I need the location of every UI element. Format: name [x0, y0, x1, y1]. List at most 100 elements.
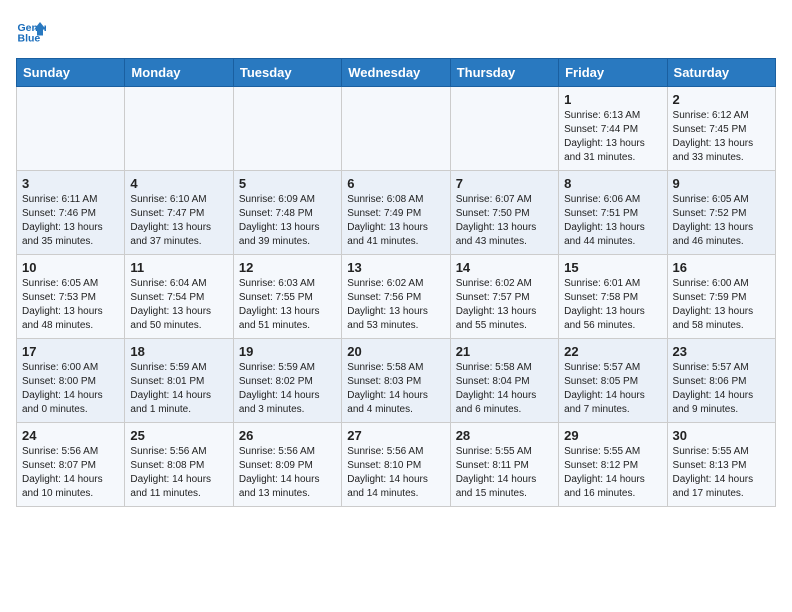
- day-number: 3: [22, 176, 119, 191]
- calendar-table: SundayMondayTuesdayWednesdayThursdayFrid…: [16, 58, 776, 507]
- calendar-cell: 30 Sunrise: 5:55 AM Sunset: 8:13 PM Dayli…: [667, 423, 775, 507]
- day-number: 5: [239, 176, 336, 191]
- day-content: Sunrise: 6:11 AM Sunset: 7:46 PM Dayligh…: [22, 193, 119, 249]
- calendar-cell: 4 Sunrise: 6:10 AM Sunset: 7:47 PM Daylig…: [125, 171, 233, 255]
- header-tuesday: Tuesday: [233, 59, 341, 87]
- day-number: 16: [673, 260, 770, 275]
- calendar-cell: 23 Sunrise: 5:57 AM Sunset: 8:06 PM Dayli…: [667, 339, 775, 423]
- calendar-cell: 28 Sunrise: 5:55 AM Sunset: 8:11 PM Dayli…: [450, 423, 558, 507]
- day-content: Sunrise: 5:56 AM Sunset: 8:09 PM Dayligh…: [239, 445, 336, 501]
- day-content: Sunrise: 5:56 AM Sunset: 8:08 PM Dayligh…: [130, 445, 227, 501]
- day-content: Sunrise: 6:02 AM Sunset: 7:57 PM Dayligh…: [456, 277, 553, 333]
- day-number: 26: [239, 428, 336, 443]
- calendar-cell: 6 Sunrise: 6:08 AM Sunset: 7:49 PM Daylig…: [342, 171, 450, 255]
- calendar-cell: 25 Sunrise: 5:56 AM Sunset: 8:08 PM Dayli…: [125, 423, 233, 507]
- calendar-cell: 3 Sunrise: 6:11 AM Sunset: 7:46 PM Daylig…: [17, 171, 125, 255]
- header-sunday: Sunday: [17, 59, 125, 87]
- day-number: 15: [564, 260, 661, 275]
- calendar-week-row: 1 Sunrise: 6:13 AM Sunset: 7:44 PM Daylig…: [17, 87, 776, 171]
- calendar-cell: 16 Sunrise: 6:00 AM Sunset: 7:59 PM Dayli…: [667, 255, 775, 339]
- calendar-cell: 20 Sunrise: 5:58 AM Sunset: 8:03 PM Dayli…: [342, 339, 450, 423]
- day-content: Sunrise: 6:04 AM Sunset: 7:54 PM Dayligh…: [130, 277, 227, 333]
- day-number: 19: [239, 344, 336, 359]
- page-header: General Blue: [16, 16, 776, 46]
- day-number: 28: [456, 428, 553, 443]
- day-number: 11: [130, 260, 227, 275]
- day-content: Sunrise: 6:01 AM Sunset: 7:58 PM Dayligh…: [564, 277, 661, 333]
- day-content: Sunrise: 5:57 AM Sunset: 8:05 PM Dayligh…: [564, 361, 661, 417]
- calendar-cell: [233, 87, 341, 171]
- calendar-cell: 27Sunrise: 5:56 AM Sunset: 8:10 PM Dayli…: [342, 423, 450, 507]
- day-number: 7: [456, 176, 553, 191]
- day-number: 4: [130, 176, 227, 191]
- calendar-cell: 18 Sunrise: 5:59 AM Sunset: 8:01 PM Dayli…: [125, 339, 233, 423]
- calendar-cell: 14 Sunrise: 6:02 AM Sunset: 7:57 PM Dayli…: [450, 255, 558, 339]
- header-monday: Monday: [125, 59, 233, 87]
- logo-icon: General Blue: [16, 16, 46, 46]
- day-number: 20: [347, 344, 444, 359]
- day-content: Sunrise: 6:02 AM Sunset: 7:56 PM Dayligh…: [347, 277, 444, 333]
- day-content: Sunrise: 5:55 AM Sunset: 8:13 PM Dayligh…: [673, 445, 770, 501]
- calendar-cell: 12 Sunrise: 6:03 AM Sunset: 7:55 PM Dayli…: [233, 255, 341, 339]
- calendar-cell: 19Sunrise: 5:59 AM Sunset: 8:02 PM Dayli…: [233, 339, 341, 423]
- day-number: 25: [130, 428, 227, 443]
- day-number: 1: [564, 92, 661, 107]
- day-content: Sunrise: 6:06 AM Sunset: 7:51 PM Dayligh…: [564, 193, 661, 249]
- day-number: 8: [564, 176, 661, 191]
- logo: General Blue: [16, 16, 50, 46]
- day-number: 24: [22, 428, 119, 443]
- calendar-cell: 1 Sunrise: 6:13 AM Sunset: 7:44 PM Daylig…: [559, 87, 667, 171]
- calendar-cell: 24 Sunrise: 5:56 AM Sunset: 8:07 PM Dayli…: [17, 423, 125, 507]
- day-content: Sunrise: 6:08 AM Sunset: 7:49 PM Dayligh…: [347, 193, 444, 249]
- calendar-week-row: 3 Sunrise: 6:11 AM Sunset: 7:46 PM Daylig…: [17, 171, 776, 255]
- day-content: Sunrise: 5:58 AM Sunset: 8:03 PM Dayligh…: [347, 361, 444, 417]
- day-number: 17: [22, 344, 119, 359]
- calendar-header-row: SundayMondayTuesdayWednesdayThursdayFrid…: [17, 59, 776, 87]
- calendar-cell: 10Sunrise: 6:05 AM Sunset: 7:53 PM Dayli…: [17, 255, 125, 339]
- day-content: Sunrise: 6:05 AM Sunset: 7:53 PM Dayligh…: [22, 277, 119, 333]
- day-number: 6: [347, 176, 444, 191]
- calendar-cell: 11 Sunrise: 6:04 AM Sunset: 7:54 PM Dayli…: [125, 255, 233, 339]
- calendar-cell: [125, 87, 233, 171]
- header-friday: Friday: [559, 59, 667, 87]
- day-content: Sunrise: 6:00 AM Sunset: 8:00 PM Dayligh…: [22, 361, 119, 417]
- header-wednesday: Wednesday: [342, 59, 450, 87]
- day-content: Sunrise: 6:09 AM Sunset: 7:48 PM Dayligh…: [239, 193, 336, 249]
- header-saturday: Saturday: [667, 59, 775, 87]
- calendar-cell: 21Sunrise: 5:58 AM Sunset: 8:04 PM Dayli…: [450, 339, 558, 423]
- day-content: Sunrise: 6:03 AM Sunset: 7:55 PM Dayligh…: [239, 277, 336, 333]
- day-number: 18: [130, 344, 227, 359]
- day-content: Sunrise: 6:05 AM Sunset: 7:52 PM Dayligh…: [673, 193, 770, 249]
- day-number: 9: [673, 176, 770, 191]
- day-content: Sunrise: 6:13 AM Sunset: 7:44 PM Dayligh…: [564, 109, 661, 165]
- calendar-cell: 17 Sunrise: 6:00 AM Sunset: 8:00 PM Dayli…: [17, 339, 125, 423]
- calendar-cell: [17, 87, 125, 171]
- day-content: Sunrise: 6:12 AM Sunset: 7:45 PM Dayligh…: [673, 109, 770, 165]
- day-number: 30: [673, 428, 770, 443]
- calendar-cell: 22Sunrise: 5:57 AM Sunset: 8:05 PM Dayli…: [559, 339, 667, 423]
- day-content: Sunrise: 5:55 AM Sunset: 8:11 PM Dayligh…: [456, 445, 553, 501]
- day-content: Sunrise: 5:55 AM Sunset: 8:12 PM Dayligh…: [564, 445, 661, 501]
- day-number: 27: [347, 428, 444, 443]
- calendar-cell: 7Sunrise: 6:07 AM Sunset: 7:50 PM Daylig…: [450, 171, 558, 255]
- day-number: 23: [673, 344, 770, 359]
- calendar-cell: 9 Sunrise: 6:05 AM Sunset: 7:52 PM Daylig…: [667, 171, 775, 255]
- day-number: 2: [673, 92, 770, 107]
- day-content: Sunrise: 6:10 AM Sunset: 7:47 PM Dayligh…: [130, 193, 227, 249]
- day-content: Sunrise: 5:56 AM Sunset: 8:07 PM Dayligh…: [22, 445, 119, 501]
- calendar-week-row: 10Sunrise: 6:05 AM Sunset: 7:53 PM Dayli…: [17, 255, 776, 339]
- day-number: 14: [456, 260, 553, 275]
- calendar-cell: [342, 87, 450, 171]
- day-content: Sunrise: 5:59 AM Sunset: 8:01 PM Dayligh…: [130, 361, 227, 417]
- svg-text:Blue: Blue: [18, 33, 41, 45]
- day-number: 29: [564, 428, 661, 443]
- day-content: Sunrise: 5:57 AM Sunset: 8:06 PM Dayligh…: [673, 361, 770, 417]
- calendar-cell: 13Sunrise: 6:02 AM Sunset: 7:56 PM Dayli…: [342, 255, 450, 339]
- calendar-cell: 5 Sunrise: 6:09 AM Sunset: 7:48 PM Daylig…: [233, 171, 341, 255]
- calendar-cell: [450, 87, 558, 171]
- day-number: 12: [239, 260, 336, 275]
- day-content: Sunrise: 5:58 AM Sunset: 8:04 PM Dayligh…: [456, 361, 553, 417]
- calendar-cell: 2 Sunrise: 6:12 AM Sunset: 7:45 PM Daylig…: [667, 87, 775, 171]
- day-content: Sunrise: 6:00 AM Sunset: 7:59 PM Dayligh…: [673, 277, 770, 333]
- calendar-cell: 15 Sunrise: 6:01 AM Sunset: 7:58 PM Dayli…: [559, 255, 667, 339]
